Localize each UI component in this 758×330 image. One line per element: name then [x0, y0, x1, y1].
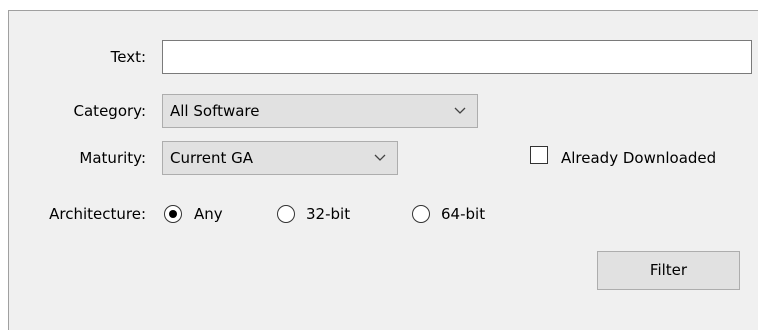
maturity-selected-value: Current GA	[170, 149, 253, 167]
chevron-down-icon	[454, 107, 466, 114]
architecture-radio-64bit[interactable]	[412, 205, 430, 223]
architecture-radio-any[interactable]	[164, 205, 182, 223]
already-downloaded-checkbox[interactable]	[530, 146, 548, 164]
text-label: Text:	[110, 48, 146, 66]
architecture-radio-64bit-label[interactable]: 64-bit	[441, 204, 485, 224]
maturity-dropdown[interactable]: Current GA	[162, 141, 398, 175]
text-input[interactable]	[162, 40, 752, 74]
category-dropdown[interactable]: All Software	[162, 94, 478, 128]
maturity-label: Maturity:	[79, 149, 146, 167]
architecture-label: Architecture:	[49, 205, 146, 223]
already-downloaded-label[interactable]: Already Downloaded	[561, 148, 716, 168]
category-label: Category:	[73, 102, 146, 120]
architecture-radio-any-label[interactable]: Any	[194, 204, 223, 224]
architecture-radio-32bit[interactable]	[277, 205, 295, 223]
filter-button[interactable]: Filter	[597, 251, 740, 290]
architecture-radio-32bit-label[interactable]: 32-bit	[306, 204, 350, 224]
category-selected-value: All Software	[170, 102, 260, 120]
chevron-down-icon	[374, 154, 386, 161]
